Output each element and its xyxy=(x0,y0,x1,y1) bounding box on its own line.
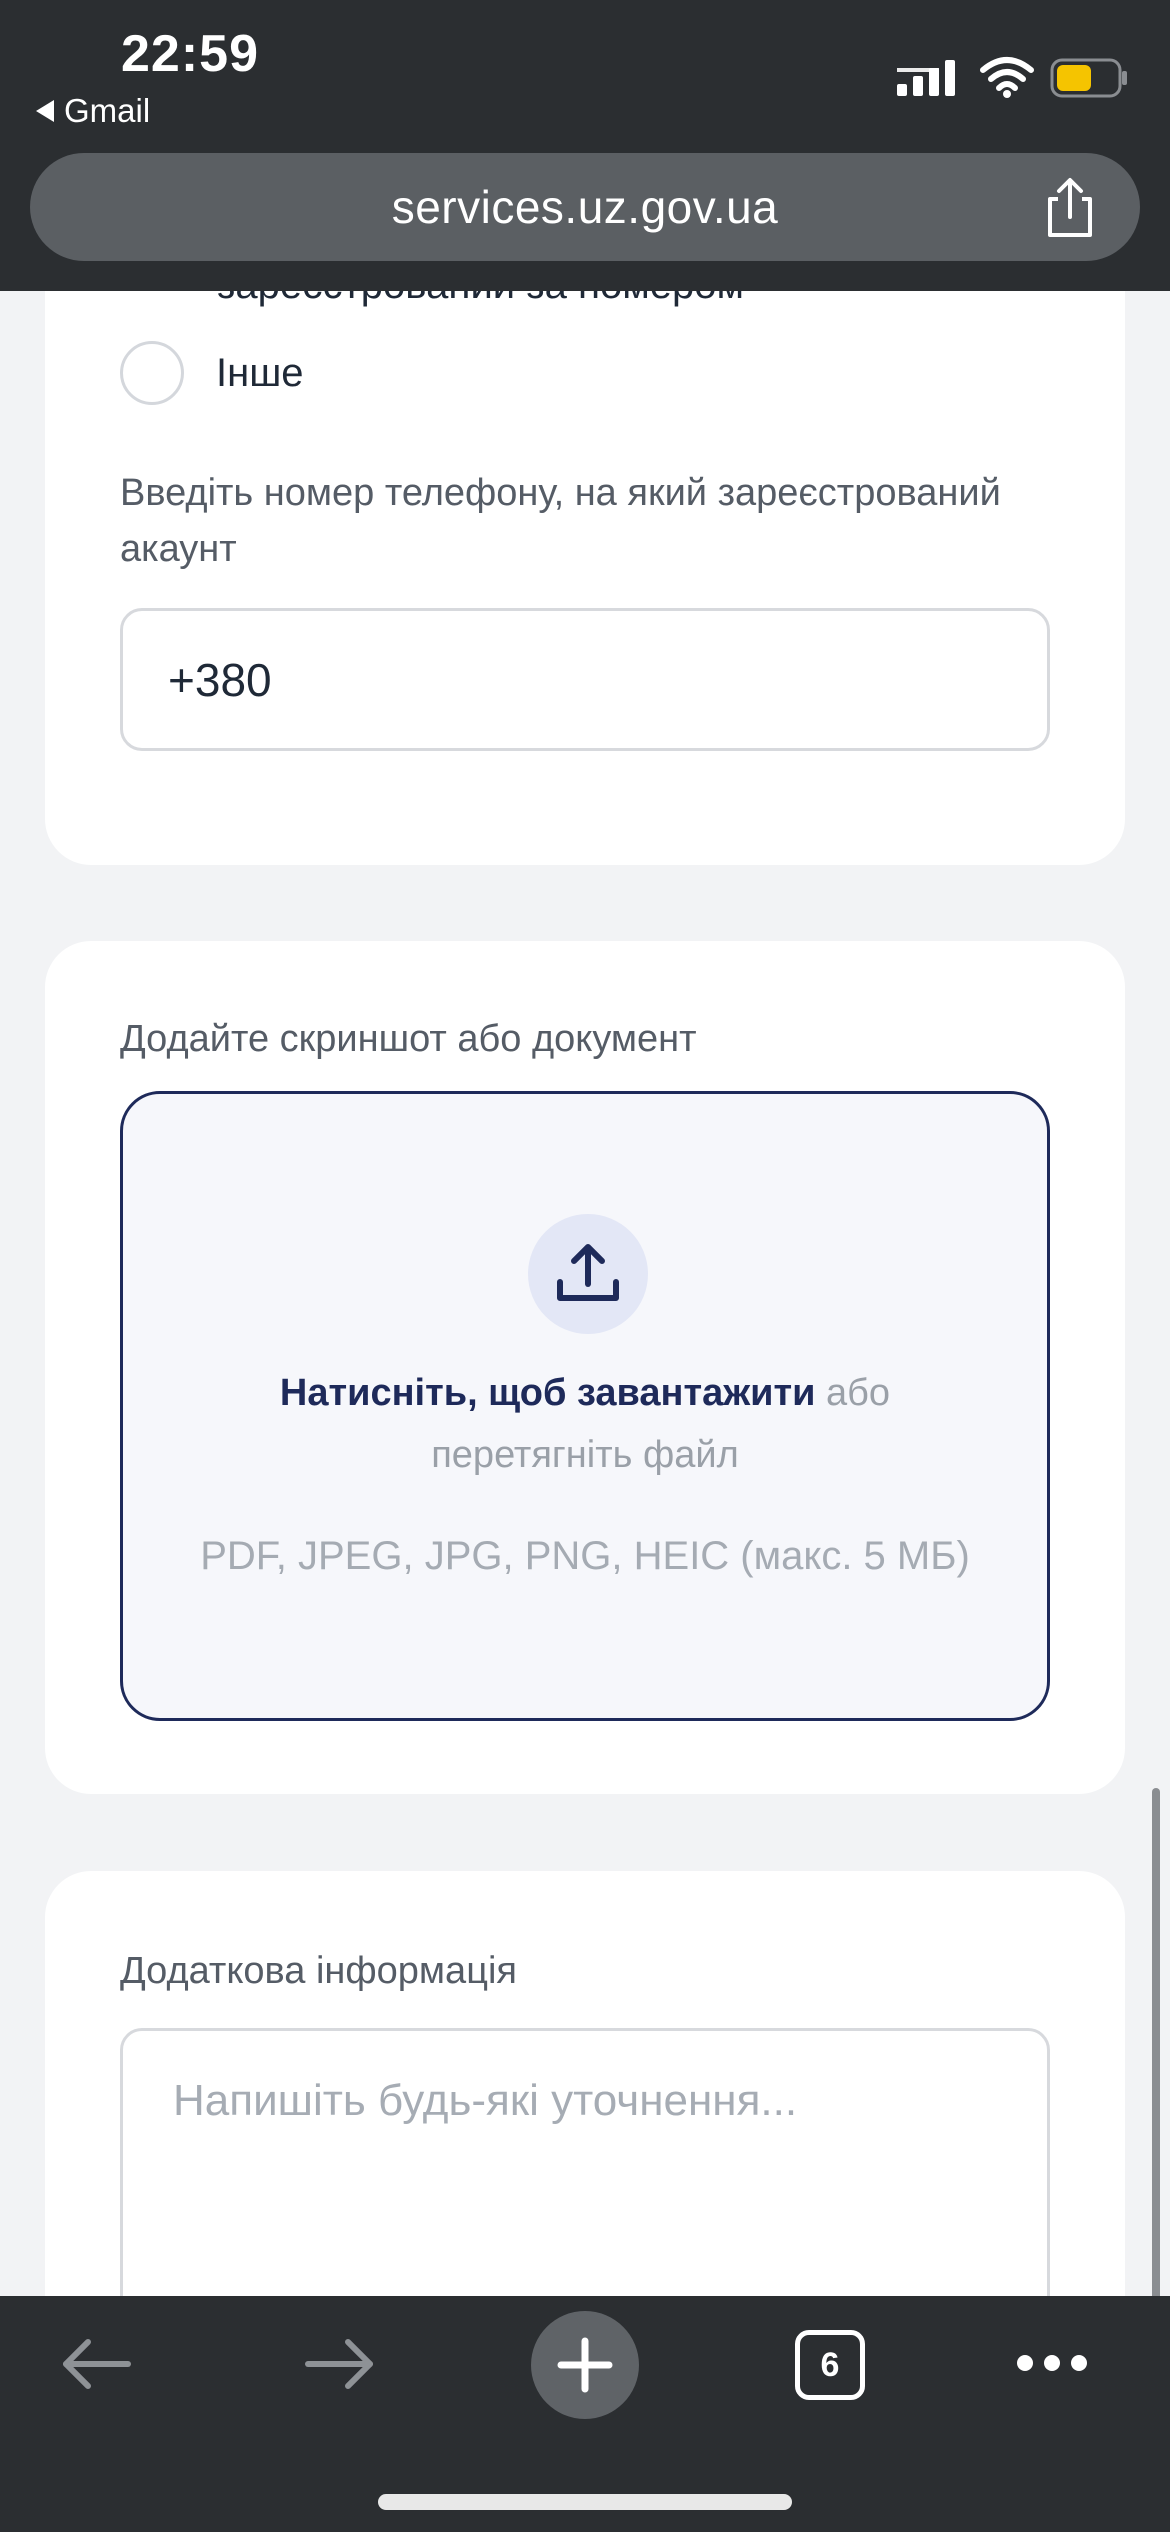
wifi-icon xyxy=(980,57,1034,98)
extra-info-card: Додаткова інформація Напишіть будь-які у… xyxy=(45,1871,1125,2296)
upload-card: Додайте скриншот або документ Натисніть,… xyxy=(45,941,1125,1794)
upload-drag-text: перетягніть файл xyxy=(431,1434,739,1476)
radio-label-other: Інше xyxy=(216,350,304,395)
back-arrow-icon[interactable] xyxy=(58,2336,134,2392)
page-scrollbar[interactable] xyxy=(1152,1788,1160,2296)
extra-info-textarea[interactable]: Напишіть будь-які уточнення... xyxy=(120,2028,1050,2296)
upload-formats-hint: PDF, JPEG, JPG, PNG, HEIC (макс. 5 МБ) xyxy=(200,1534,970,1578)
browser-toolbar: 6 xyxy=(0,2296,1170,2532)
cellular-signal-icon xyxy=(897,60,955,96)
address-bar[interactable]: services.uz.gov.ua xyxy=(30,153,1140,261)
browser-chrome: 22:59 Gmail services.uz.gov.ua xyxy=(0,0,1170,291)
url-text: services.uz.gov.ua xyxy=(391,181,779,233)
upload-icon xyxy=(557,1244,619,1301)
tab-switcher-button[interactable]: 6 xyxy=(795,2330,865,2400)
option-label-registered: зареєстрований за номером xyxy=(217,291,744,308)
radio-button-other[interactable] xyxy=(120,341,184,405)
radio-option-other[interactable]: Інше xyxy=(120,341,304,405)
status-time: 22:59 xyxy=(121,25,259,83)
home-indicator[interactable] xyxy=(378,2494,792,2510)
back-app-label: Gmail xyxy=(64,92,151,129)
account-phone-card: зареєстрований за номером Інше Введіть н… xyxy=(45,291,1125,865)
file-dropzone[interactable]: Натисніть, щоб завантажити або перетягні… xyxy=(120,1091,1050,1721)
page-content[interactable]: зареєстрований за номером Інше Введіть н… xyxy=(0,291,1170,2296)
upload-caption: Додайте скриншот або документ xyxy=(120,1018,697,1060)
upload-click-link[interactable]: Натисніть, щоб завантажити xyxy=(280,1372,816,1414)
share-icon[interactable] xyxy=(1040,177,1100,239)
phone-input[interactable]: +380 xyxy=(120,608,1050,751)
battery-icon xyxy=(1050,58,1127,98)
extra-info-caption: Додаткова інформація xyxy=(120,1950,517,1992)
new-tab-button[interactable] xyxy=(531,2311,639,2419)
status-icons xyxy=(870,52,1170,108)
back-to-app-link[interactable]: Gmail xyxy=(36,92,150,130)
forward-arrow-icon[interactable] xyxy=(302,2336,378,2392)
back-triangle-icon xyxy=(36,100,54,122)
upload-icon-badge xyxy=(528,1214,648,1334)
upload-or-text: або xyxy=(826,1372,891,1414)
more-options-icon[interactable] xyxy=(1015,2351,1089,2375)
upload-instruction: Натисніть, щоб завантажити або xyxy=(123,1372,1047,1415)
phone-field-caption: Введіть номер телефону, на який зареєстр… xyxy=(120,472,1001,570)
plus-icon xyxy=(557,2337,613,2393)
